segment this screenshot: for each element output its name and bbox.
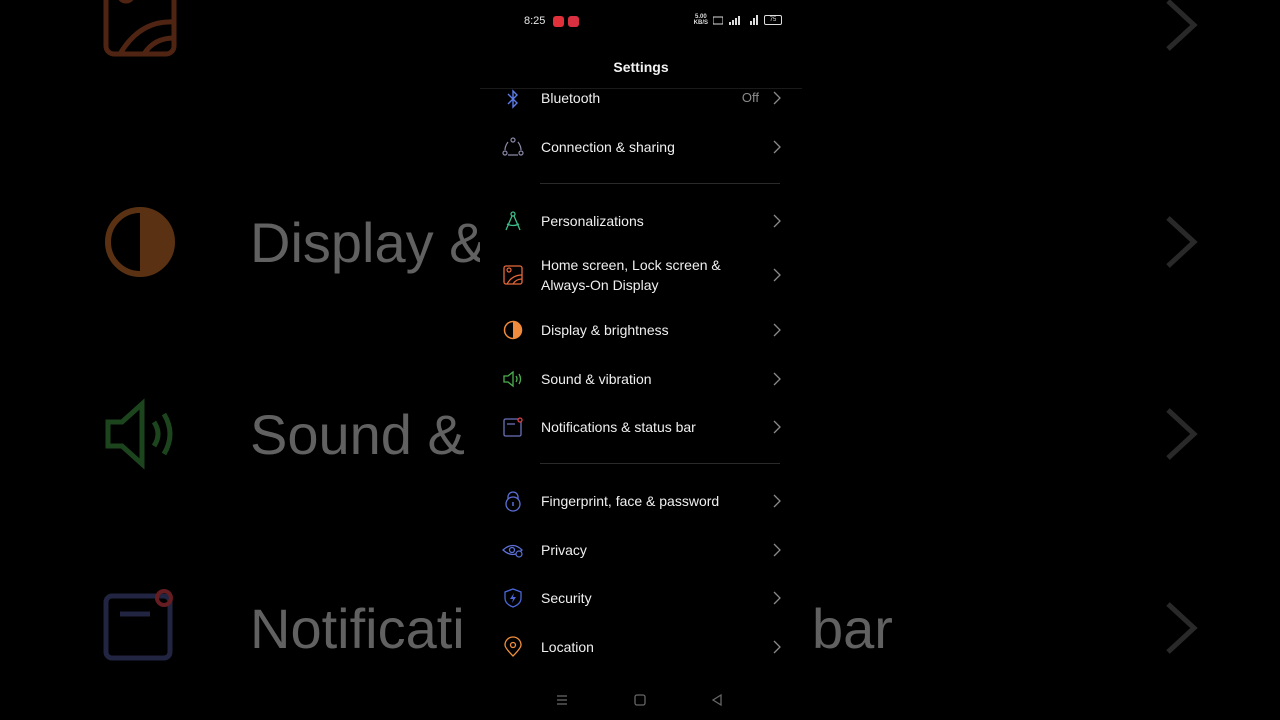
settings-item-label: Home screen, Lock screen & Always-On Dis… [541, 255, 721, 295]
label-line2: Always-On Display [541, 277, 659, 293]
signal-icon [729, 16, 740, 25]
settings-item-label: Bluetooth [541, 90, 601, 106]
connection-sharing-icon [502, 137, 524, 156]
bg-chevron-icon [1166, 602, 1198, 654]
speed-unit: KB/S [693, 20, 708, 26]
settings-item-label: Sound & vibration [541, 371, 652, 387]
picture-icon [103, 0, 177, 57]
settings-item-notifications[interactable]: Notifications & status bar [480, 404, 802, 450]
chevron-right-icon [773, 323, 781, 337]
settings-item-label: Personalizations [541, 213, 644, 229]
settings-item-sound-vibration[interactable]: Sound & vibration [480, 356, 802, 402]
chevron-right-icon [773, 372, 781, 386]
picture-icon [503, 265, 523, 285]
bg-display-text: Display & [250, 211, 487, 274]
settings-item-fingerprint[interactable]: Fingerprint, face & password [480, 478, 802, 524]
back-triangle-icon[interactable] [708, 692, 726, 708]
chevron-right-icon [773, 420, 781, 434]
settings-item-security[interactable]: Security [480, 575, 802, 621]
bluetooth-status: Off [741, 90, 759, 105]
settings-item-privacy[interactable]: Privacy [480, 527, 802, 573]
status-right: 5.00 KB/S 75 [694, 14, 782, 26]
battery-indicator: 75 [764, 15, 782, 25]
settings-item-label: Connection & sharing [541, 139, 675, 155]
settings-item-label: Fingerprint, face & password [541, 493, 720, 509]
settings-item-label: Security [541, 590, 592, 606]
lock-icon [505, 491, 521, 512]
status-time: 8:25 [524, 15, 546, 27]
settings-item-display-brightness[interactable]: Display & brightness [480, 307, 802, 353]
settings-item-connection-sharing[interactable]: Connection & sharing [480, 124, 802, 170]
settings-item-location[interactable]: Location [480, 624, 802, 670]
bg-chevron-icon [1166, 216, 1198, 268]
eye-icon [502, 544, 523, 558]
chevron-right-icon [773, 591, 781, 605]
section-divider [540, 463, 780, 464]
bluetooth-icon [507, 89, 518, 109]
chevron-right-icon [773, 140, 781, 154]
bg-sound-text: Sound & v [250, 403, 509, 466]
volte-icon [713, 16, 723, 24]
navigation-bar [480, 688, 802, 712]
settings-item-label: Notifications & status bar [541, 419, 696, 435]
speaker-icon [105, 398, 173, 470]
shield-icon [504, 588, 522, 608]
compass-icon [505, 211, 521, 231]
settings-item-home-screen[interactable]: Home screen, Lock screen & Always-On Dis… [480, 252, 802, 298]
speaker-icon [503, 370, 522, 388]
bg-chevron-icon [1166, 408, 1198, 460]
signal-icon-2 [750, 15, 758, 25]
network-speed: 5.00 KB/S [694, 14, 708, 26]
chevron-right-icon [773, 268, 781, 282]
half-circle-icon [105, 207, 175, 277]
home-square-icon[interactable] [631, 692, 649, 708]
section-divider [540, 183, 780, 184]
chevron-right-icon [773, 91, 781, 105]
chevron-right-icon [773, 543, 781, 557]
app-notification-icon-2 [568, 16, 579, 27]
settings-item-label: Location [541, 639, 594, 655]
status-bar: 8:25 5.00 KB/S 75 [480, 0, 802, 40]
location-pin-icon [504, 636, 522, 657]
half-circle-icon [503, 320, 523, 340]
settings-item-bluetooth[interactable]: Bluetooth Off [480, 76, 802, 122]
bg-chevron-icon [1166, 0, 1198, 51]
notification-icon [503, 417, 523, 437]
chevron-right-icon [773, 494, 781, 508]
phone-screen: 8:25 5.00 KB/S 75 Settings Bluetooth Off… [480, 0, 802, 720]
settings-item-label: Display & brightness [541, 322, 669, 338]
chevron-right-icon [773, 214, 781, 228]
chevron-right-icon [773, 640, 781, 654]
settings-item-label: Privacy [541, 542, 587, 558]
bg-bar-text: bar [812, 597, 893, 660]
recents-menu-icon[interactable] [553, 692, 571, 708]
settings-item-personalizations[interactable]: Personalizations [480, 198, 802, 244]
label-line1: Home screen, Lock screen & [541, 257, 721, 273]
app-notification-icon [553, 16, 564, 27]
bg-notifications-text: Notificati [250, 597, 465, 660]
notification-icon [103, 589, 173, 661]
